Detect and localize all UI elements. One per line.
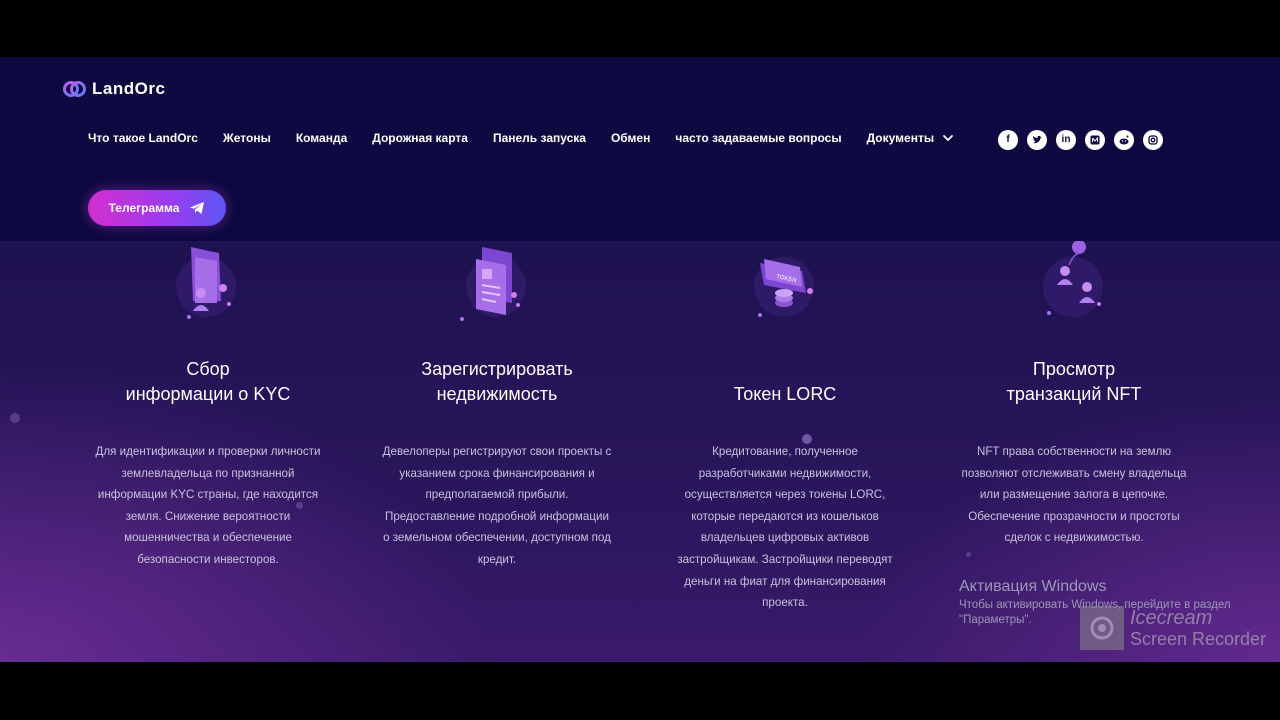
- facebook-icon[interactable]: f: [998, 130, 1018, 150]
- desc-line: информации KYC страны, где находится: [97, 488, 319, 502]
- desc-line: безопасности инвесторов.: [137, 552, 279, 566]
- feature-title-line2: недвижимость: [436, 384, 558, 404]
- telegram-button[interactable]: Телеграмма: [88, 190, 226, 226]
- feature-register-property: Зарегистрировать недвижимость Девелоперы…: [354, 241, 640, 641]
- desc-line: Для идентификации и проверки личности: [95, 445, 321, 458]
- feature-title-line2: Токен LORC: [733, 384, 837, 404]
- feature-title-line1: Зарегистрировать: [421, 359, 573, 379]
- nav-item-about[interactable]: Что такое LandOrc: [88, 131, 198, 145]
- recorder-watermark: Icecream Screen Recorder: [1080, 606, 1266, 650]
- recorder-logo-icon: [1080, 606, 1124, 650]
- decor-dot: [10, 413, 20, 423]
- desc-line: о земельном обеспечении, доступном под: [383, 531, 611, 545]
- nav-item-tokens[interactable]: Жетоны: [223, 131, 271, 145]
- kyc-folder-user-icon: [176, 247, 236, 319]
- telegram-icon: [190, 202, 205, 214]
- desc-line: Предоставление подробной информации: [385, 509, 609, 523]
- desc-line: Девелоперы регистрируют свои проекты с: [382, 445, 612, 458]
- nav-item-launchpad[interactable]: Панель запуска: [493, 131, 586, 145]
- desc-line: предполагаемой прибыли.: [425, 488, 569, 502]
- linkedin-icon[interactable]: in: [1056, 130, 1076, 150]
- nav-item-documents[interactable]: Документы: [867, 131, 954, 145]
- nav-item-faq[interactable]: часто задаваемые вопросы: [675, 131, 841, 145]
- token-coins-icon: TOKEN: [754, 257, 814, 317]
- feature-description: Для идентификации и проверки личности зе…: [65, 441, 351, 571]
- desc-line: Обеспечение прозрачности и простоты: [968, 509, 1180, 523]
- twitter-icon[interactable]: [1027, 130, 1047, 150]
- main-nav: Что такое LandOrc Жетоны Команда Дорожна…: [88, 131, 979, 145]
- desc-line: или размещение залога в цепочке.: [979, 488, 1169, 502]
- register-property-document-icon: [460, 247, 526, 321]
- nav-item-documents-label: Документы: [866, 131, 935, 145]
- nft-transactions-users-icon: [1043, 241, 1103, 317]
- browser-viewport: LandOrc Что такое LandOrc Жетоны Команда…: [0, 57, 1280, 662]
- feature-title: Зарегистрировать недвижимость: [354, 357, 640, 407]
- desc-line: осуществляется через токены LORC,: [684, 488, 886, 502]
- logo[interactable]: LandOrc: [62, 77, 165, 101]
- desc-line: застройщикам. Застройщики переводят: [677, 552, 893, 566]
- feature-kyc: Сбор информации о KYC Для идентификации …: [65, 241, 351, 641]
- desc-line: разработчиками недвижимости,: [698, 466, 872, 480]
- recorder-name: Icecream: [1130, 607, 1213, 629]
- reddit-icon[interactable]: [1114, 130, 1134, 150]
- desc-line: которые передаются из кошельков: [691, 509, 879, 523]
- desc-line: указанием срока финансирования и: [399, 466, 595, 480]
- desc-line: сделок с недвижимостью.: [1004, 531, 1144, 545]
- desc-line: землевладельца по признанной: [121, 466, 295, 480]
- nav-item-team[interactable]: Команда: [296, 131, 347, 145]
- logo-text: LandOrc: [92, 79, 166, 98]
- site-header: LandOrc Что такое LandOrc Жетоны Команда…: [0, 57, 1280, 241]
- feature-title: Просмотр транзакций NFT: [931, 357, 1217, 407]
- instagram-icon[interactable]: [1143, 130, 1163, 150]
- desc-line: Кредитование, полученное: [712, 445, 858, 458]
- feature-description: Кредитование, полученное разработчиками …: [642, 441, 928, 614]
- features-section: Сбор информации о KYC Для идентификации …: [0, 241, 1280, 662]
- desc-line: NFT права собственности на землю: [976, 445, 1172, 458]
- desc-line: кредит.: [477, 552, 517, 566]
- windows-activation-title: Активация Windows: [959, 578, 1107, 595]
- desc-line: позволяют отслеживать смену владельца: [961, 466, 1187, 480]
- feature-title-line1: Сбор: [186, 359, 230, 379]
- nav-item-roadmap[interactable]: Дорожная карта: [372, 131, 468, 145]
- feature-title: Токен LORC: [642, 382, 928, 407]
- feature-description: NFT права собственности на землю позволя…: [931, 441, 1217, 549]
- feature-lorc-token: TOKEN Токен LORC Кредитование, полученно…: [642, 241, 928, 661]
- desc-line: земля. Снижение вероятности: [125, 509, 291, 523]
- desc-line: владельцев цифровых активов: [700, 531, 870, 545]
- chevron-down-icon: [943, 135, 953, 142]
- desc-line: проекта.: [762, 596, 808, 610]
- nav-item-exchange[interactable]: Обмен: [611, 131, 650, 145]
- landorc-logo-icon: [63, 81, 86, 97]
- recorder-subtitle: Screen Recorder: [1130, 629, 1267, 649]
- desc-line: мошенничества и обеспечение: [124, 531, 292, 545]
- feature-title: Сбор информации о KYC: [65, 357, 351, 407]
- feature-description: Девелоперы регистрируют свои проекты с у…: [354, 441, 640, 571]
- feature-title-line1: Просмотр: [1032, 359, 1116, 379]
- feature-title-line2: информации о KYC: [125, 384, 291, 404]
- medium-icon[interactable]: [1085, 130, 1105, 150]
- social-links: f in: [998, 130, 1163, 150]
- feature-title-line2: транзакций NFT: [1006, 384, 1142, 404]
- desc-line: деньги на фиат для финансирования: [684, 574, 886, 588]
- telegram-button-label: Телеграмма: [108, 201, 180, 215]
